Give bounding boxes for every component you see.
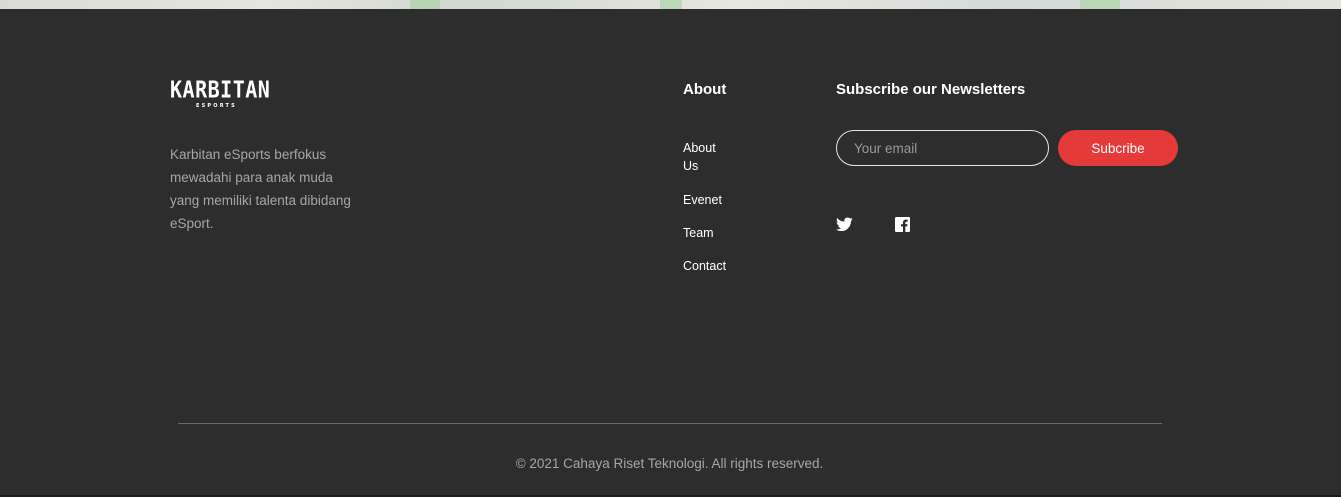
link-about-us[interactable]: About Us <box>683 139 733 175</box>
link-evenet[interactable]: Evenet <box>683 191 733 209</box>
logo-subtitle: ESPORTS <box>196 103 237 109</box>
facebook-icon[interactable] <box>895 217 913 233</box>
newsletter-heading: Subscribe our Newsletters <box>836 81 1026 98</box>
about-heading: About <box>683 81 727 98</box>
site-footer: KARBITAN ESPORTS Karbitan eSports berfok… <box>0 9 1341 495</box>
twitter-icon[interactable] <box>836 217 854 233</box>
footer-divider <box>178 423 1162 424</box>
link-team[interactable]: Team <box>683 224 733 242</box>
brand-logo[interactable]: KARBITAN ESPORTS <box>170 77 270 111</box>
copyright-row: © 2021 Cahaya Riset Teknologi. All right… <box>0 455 1341 473</box>
link-contact[interactable]: Contact <box>683 257 733 275</box>
logo-wordmark: KARBITAN <box>170 75 271 104</box>
subscribe-button[interactable]: Subcribe <box>1058 130 1178 166</box>
email-input[interactable] <box>836 130 1049 166</box>
copyright-text: © 2021 Cahaya Riset Teknologi. All right… <box>515 456 824 471</box>
map-strip <box>0 0 1341 9</box>
brand-description: Karbitan eSports berfokus mewadahi para … <box>170 147 351 231</box>
